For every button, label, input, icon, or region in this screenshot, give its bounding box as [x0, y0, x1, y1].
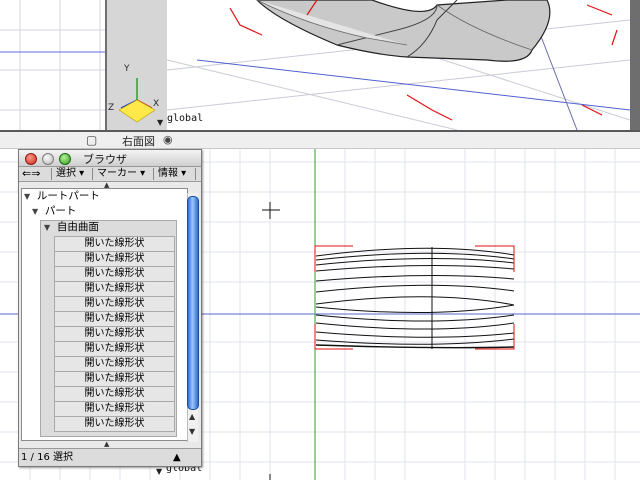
grid-lines — [0, 0, 105, 130]
tree-leaf-curve[interactable]: 開いた線形状 — [54, 311, 175, 327]
tree-leaf-curve[interactable]: 開いた線形状 — [54, 326, 175, 342]
close-button[interactable] — [25, 153, 37, 165]
perspective-scene — [118, 0, 630, 130]
tree-leaf-curve[interactable]: 開いた線形状 — [54, 296, 175, 312]
view-title[interactable]: 右面図 — [122, 133, 155, 149]
tree-scrollbar-thumb[interactable] — [187, 196, 199, 410]
tree-leaf-curve[interactable]: 開いた線形状 — [54, 266, 175, 282]
browser-palette[interactable]: ブラウザ ⇐⇒ 選択 ▾ マーカー ▾ 情報 ▾ ▲ ▼ ルートパート ▼ パー… — [18, 149, 202, 467]
palette-toolbar: ⇐⇒ 選択 ▾ マーカー ▾ 情報 ▾ — [19, 167, 201, 182]
tree-leaf-curve[interactable]: 開いた線形状 — [54, 341, 175, 357]
camera-icon[interactable]: ◉ — [163, 133, 173, 146]
selection-count: 1 / 16 選択 — [21, 452, 73, 463]
view-cube-icon[interactable]: ▢ — [86, 133, 97, 147]
tree-view[interactable]: ▼ ルートパート ▼ パート ▼ 自由曲面 開いた線形状 開いた線形状 開いた線… — [21, 188, 188, 441]
tree-leaf-curve[interactable]: 開いた線形状 — [54, 356, 175, 372]
palette-status-bar: 1 / 16 選択 ▲ — [19, 448, 201, 466]
zoom-button[interactable] — [59, 153, 71, 165]
info-menu[interactable]: 情報 ▾ — [158, 167, 186, 181]
tree-node-part[interactable]: ▼ パート — [32, 204, 76, 219]
select-menu[interactable]: 選択 ▾ — [56, 167, 84, 181]
viewport-top-left[interactable] — [0, 0, 105, 130]
tree-leaf-curve[interactable]: 開いた線形状 — [54, 416, 175, 432]
back-forward-arrows-icon[interactable]: ⇐⇒ — [22, 167, 40, 181]
tree-node-surface[interactable]: ▼ 自由曲面 — [44, 220, 99, 235]
axis-y-label: Y — [124, 64, 130, 74]
palette-title-bar[interactable]: ブラウザ — [19, 150, 201, 167]
marker-menu[interactable]: マーカー ▾ — [97, 167, 145, 181]
tree-leaf-curve[interactable]: 開いた線形状 — [54, 371, 175, 387]
tree-node-root[interactable]: ▼ ルートパート — [24, 189, 100, 204]
minimize-button[interactable] — [42, 153, 54, 165]
view-title-bar: ▢ 右面図 ◉ — [0, 132, 640, 149]
viewport-perspective[interactable]: Y Z X ▼ global — [107, 0, 630, 130]
palette-title: ブラウザ — [83, 153, 127, 166]
crosshair-cursor — [262, 202, 280, 219]
expand-triangle-icon[interactable]: ▲ — [173, 449, 181, 466]
global-label-top[interactable]: global — [167, 113, 203, 124]
global-dropdown-icon[interactable]: ▼ — [156, 467, 162, 476]
scroll-down-arrow-icon[interactable]: ▼ — [189, 427, 195, 436]
global-dropdown-icon[interactable]: ▼ — [157, 118, 163, 127]
scroll-down-tab-icon[interactable]: ▲ — [104, 440, 109, 448]
axis-gizmo — [118, 78, 156, 123]
axis-z-label: Z — [108, 103, 115, 113]
viewport-scroll-strip — [630, 0, 640, 130]
tree-leaf-curve[interactable]: 開いた線形状 — [54, 251, 175, 267]
tree-leaf-curve[interactable]: 開いた線形状 — [54, 281, 175, 297]
axis-x-label: X — [153, 99, 160, 109]
scroll-up-arrow-icon[interactable]: ▲ — [189, 412, 195, 421]
tree-leaf-curve[interactable]: 開いた線形状 — [54, 401, 175, 417]
tree-leaf-curve[interactable]: 開いた線形状 — [54, 236, 175, 252]
tree-leaf-curve[interactable]: 開いた線形状 — [54, 386, 175, 402]
